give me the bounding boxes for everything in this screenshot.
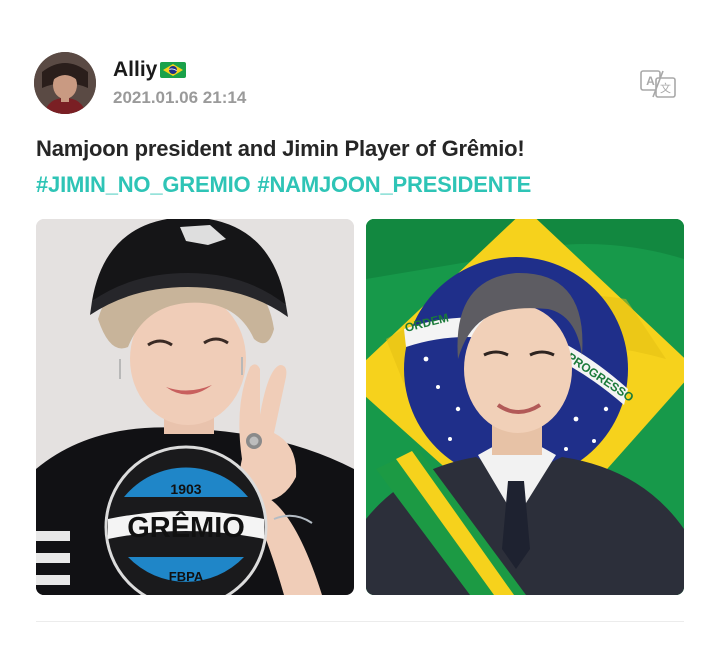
namjoon-photo: ORDEM PROGRESSO [366, 219, 684, 595]
post-card: Alliy 2021.01.06 21:14 A 文 Namjoon presi… [0, 0, 720, 646]
badge-abbr: FBPA [169, 569, 204, 584]
avatar-image [34, 52, 96, 114]
author-name-text: Alliy [113, 58, 158, 81]
brazil-flag-icon [160, 61, 187, 79]
post-divider [36, 621, 684, 622]
avatar[interactable] [34, 52, 96, 114]
jimin-photo: 1903 GRÊMIO FBPA [36, 219, 354, 595]
post-image-jimin[interactable]: 1903 GRÊMIO FBPA [36, 219, 354, 595]
hashtag-link[interactable]: #JIMIN_NO_GREMIO [36, 172, 251, 198]
badge-year: 1903 [170, 481, 201, 497]
post-timestamp: 2021.01.06 21:14 [113, 88, 247, 107]
post-image-namjoon[interactable]: ORDEM PROGRESSO [366, 219, 684, 595]
translate-icon[interactable]: A 文 [639, 69, 679, 99]
hashtag-list: #JIMIN_NO_GREMIO #NAMJOON_PRESIDENTE [36, 172, 531, 198]
gremio-badge: 1903 GRÊMIO FBPA [104, 445, 268, 595]
badge-club-name: GRÊMIO [127, 510, 245, 544]
hashtag-link[interactable]: #NAMJOON_PRESIDENTE [257, 172, 531, 198]
svg-text:文: 文 [660, 81, 671, 95]
post-text: Namjoon president and Jimin Player of Gr… [36, 136, 525, 161]
author-name[interactable]: Alliy [113, 58, 187, 82]
svg-text:A: A [646, 74, 655, 88]
